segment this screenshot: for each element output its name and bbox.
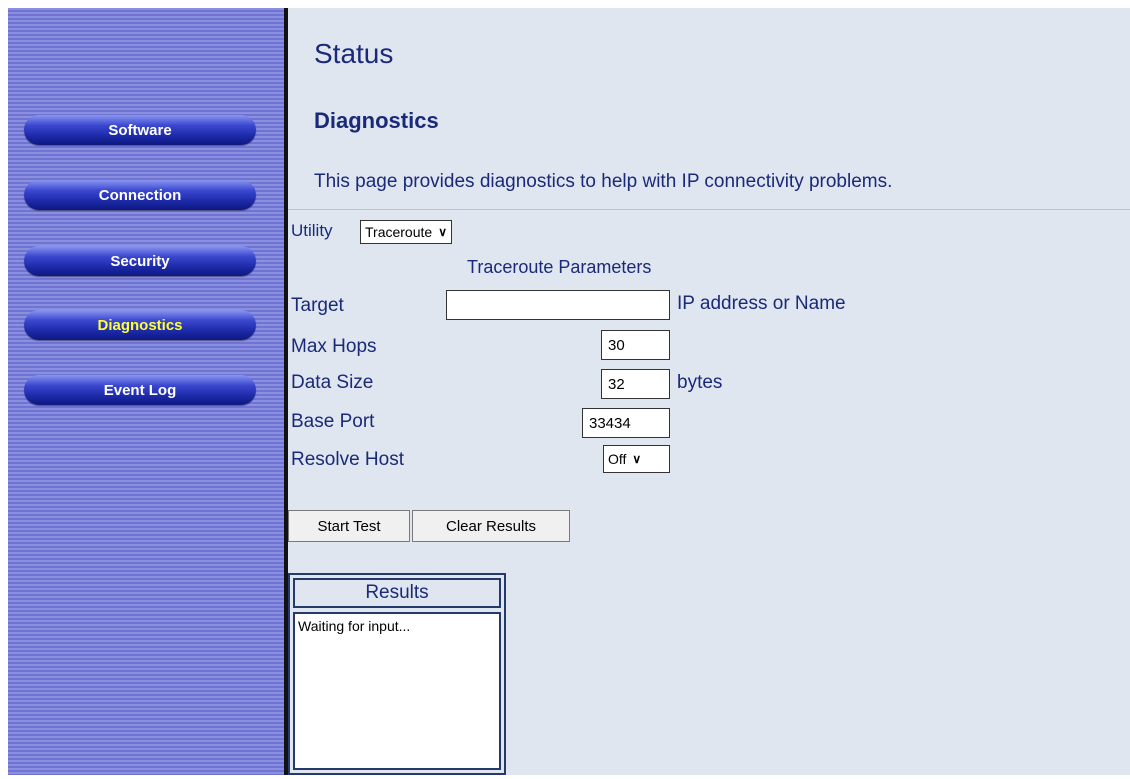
- resolve-host-select-value: Off: [608, 451, 627, 467]
- page-title: Status: [314, 38, 394, 69]
- sidebar-item-software[interactable]: Software: [24, 115, 256, 145]
- params-heading: Traceroute Parameters: [467, 257, 652, 277]
- results-panel: Results Waiting for input...: [288, 573, 506, 775]
- resolve-host-label: Resolve Host: [291, 449, 404, 470]
- section-divider: [288, 209, 1130, 210]
- sidebar-item-security[interactable]: Security: [24, 246, 256, 276]
- sidebar-item-diagnostics[interactable]: Diagnostics: [24, 310, 256, 340]
- page-frame: Software Connection Security Diagnostics…: [8, 8, 1130, 775]
- results-heading: Results: [293, 578, 501, 608]
- target-input[interactable]: [446, 290, 670, 320]
- sidebar: Software Connection Security Diagnostics…: [8, 8, 284, 775]
- data-size-unit: bytes: [677, 372, 723, 393]
- target-label: Target: [291, 295, 344, 316]
- base-port-input[interactable]: 33434: [582, 408, 670, 438]
- chevron-down-icon: ∨: [438, 225, 447, 239]
- sidebar-item-event-log[interactable]: Event Log: [24, 375, 256, 405]
- max-hops-input[interactable]: 30: [601, 330, 670, 360]
- target-hint: IP address or Name: [677, 293, 846, 314]
- data-size-input[interactable]: 32: [601, 369, 670, 399]
- utility-select[interactable]: Traceroute ∨: [360, 220, 452, 244]
- page-description: This page provides diagnostics to help w…: [314, 171, 893, 192]
- results-textarea[interactable]: Waiting for input...: [293, 612, 501, 770]
- clear-results-button[interactable]: Clear Results: [412, 510, 570, 542]
- base-port-label: Base Port: [291, 411, 375, 432]
- main-content: Status Diagnostics This page provides di…: [288, 8, 1130, 775]
- section-title: Diagnostics: [314, 108, 439, 133]
- data-size-label: Data Size: [291, 372, 374, 393]
- resolve-host-select[interactable]: Off ∨: [603, 445, 670, 473]
- max-hops-label: Max Hops: [291, 336, 377, 357]
- start-test-button[interactable]: Start Test: [288, 510, 410, 542]
- chevron-down-icon: ∨: [632, 452, 642, 466]
- utility-label: Utility: [291, 221, 333, 240]
- utility-select-value: Traceroute: [365, 224, 433, 240]
- sidebar-item-connection[interactable]: Connection: [24, 180, 256, 210]
